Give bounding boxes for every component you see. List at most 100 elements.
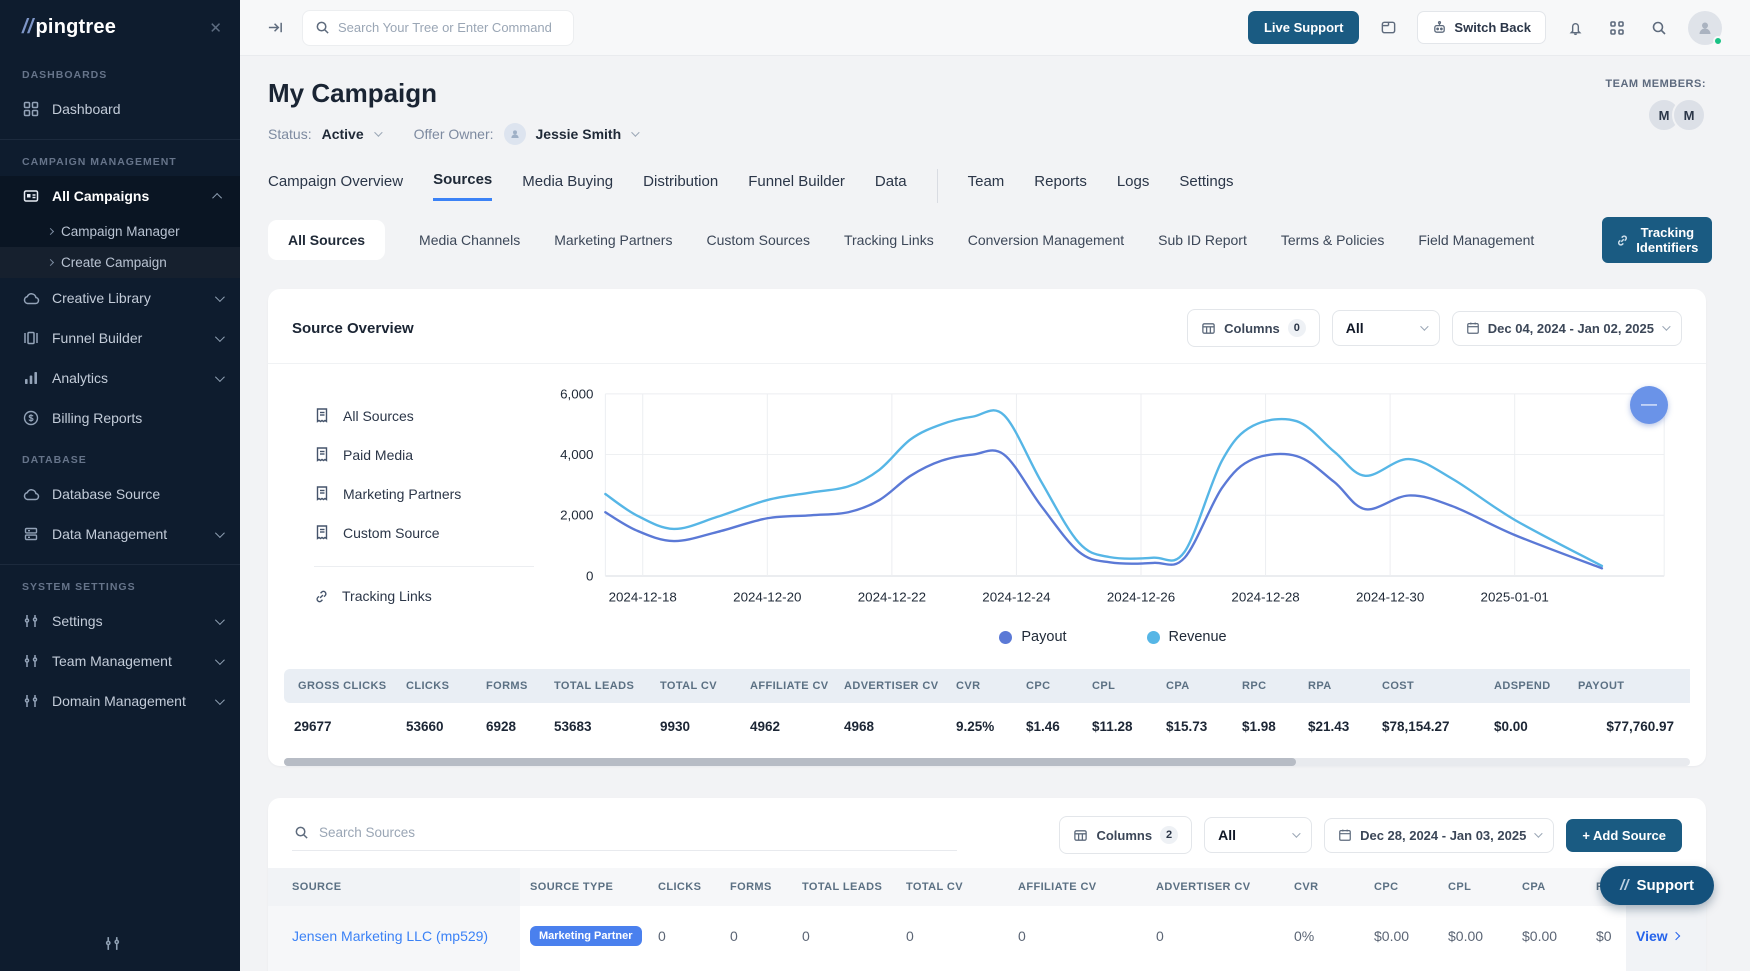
subtab-marketing-partners[interactable]: Marketing Partners (554, 232, 672, 248)
filter-dropdown[interactable]: All (1204, 817, 1312, 853)
switch-back-button[interactable]: Switch Back (1417, 11, 1546, 44)
window-tab-icon[interactable] (1375, 15, 1401, 41)
chevron-down-icon[interactable] (374, 128, 382, 136)
chart-menu-marketing-partners[interactable]: Marketing Partners (314, 474, 534, 513)
scrollbar-thumb[interactable] (284, 758, 1296, 766)
subtab-custom-sources[interactable]: Custom Sources (706, 232, 809, 248)
svg-text:2024-12-24: 2024-12-24 (982, 590, 1051, 605)
sources-column-header: ADVERTISER CV (1146, 868, 1284, 906)
source-value-cell: 0 (792, 966, 896, 971)
svg-text:2024-12-26: 2024-12-26 (1107, 590, 1175, 605)
date-range-value: Dec 28, 2024 - Jan 03, 2025 (1360, 828, 1526, 843)
sidebar-item-dashboard[interactable]: Dashboard (0, 89, 240, 129)
subtab-conversion-management[interactable]: Conversion Management (968, 232, 1124, 248)
tab-team[interactable]: Team (968, 173, 1005, 200)
chart-menu-all-sources[interactable]: All Sources (314, 396, 534, 435)
tab-funnel-builder[interactable]: Funnel Builder (748, 173, 845, 200)
sidebar-item-team-management[interactable]: Team Management (0, 641, 240, 681)
tab-logs[interactable]: Logs (1117, 173, 1150, 200)
status-value[interactable]: Active (322, 126, 364, 142)
add-source-button[interactable]: + Add Source (1566, 819, 1682, 852)
sidebar-item-create-campaign[interactable]: Create Campaign (0, 247, 240, 278)
stats-header: RPC (1232, 669, 1298, 703)
notifications-bell-icon[interactable] (1562, 15, 1588, 41)
source-value-cell: 0 (720, 966, 792, 971)
source-value-cell: $0.00 (1512, 966, 1586, 971)
global-search-input[interactable] (338, 20, 561, 35)
search-icon[interactable] (1646, 15, 1672, 41)
chart-menu-tracking-links[interactable]: Tracking Links (314, 577, 534, 615)
global-search[interactable] (302, 10, 574, 46)
chevron-down-icon[interactable] (631, 128, 639, 136)
sources-line-chart: 02,0004,0006,0002024-12-182024-12-202024… (544, 382, 1682, 627)
columns-button[interactable]: Columns 2 (1059, 816, 1192, 854)
tab-settings[interactable]: Settings (1179, 173, 1233, 200)
columns-button[interactable]: Columns 0 (1187, 309, 1320, 347)
sidebar-item-domain-management[interactable]: Domain Management (0, 681, 240, 721)
sidebar-item-analytics[interactable]: Analytics (0, 358, 240, 398)
chevron-down-icon (215, 528, 225, 538)
support-floating-button[interactable]: // Support (1600, 866, 1714, 905)
view-link[interactable]: View (1636, 928, 1679, 944)
switch-back-label: Switch Back (1454, 20, 1531, 35)
apps-grid-icon[interactable] (1604, 15, 1630, 41)
filter-dropdown[interactable]: All (1332, 310, 1440, 346)
chart-menu-paid-media[interactable]: Paid Media (314, 435, 534, 474)
tab-distribution[interactable]: Distribution (643, 173, 718, 200)
sources-column-header: CPA (1512, 868, 1586, 906)
subtab-all-sources[interactable]: All Sources (268, 220, 385, 260)
source-link[interactable]: Jensen Marketing LLC (mp529) (292, 928, 488, 944)
sidebar-collapse-icon[interactable] (262, 15, 288, 41)
tab-sources[interactable]: Sources (433, 171, 492, 201)
sidebar-item-all-campaigns[interactable]: All Campaigns (0, 176, 240, 216)
sidebar-item-data-management[interactable]: Data Management (0, 514, 240, 554)
subtab-terms-policies[interactable]: Terms & Policies (1281, 232, 1384, 248)
sources-search[interactable] (292, 819, 957, 851)
sidebar-item-label: Data Management (52, 526, 203, 542)
legend-item-payout[interactable]: Payout (999, 629, 1066, 645)
stats-value: 53660 (396, 703, 476, 748)
chevron-right-icon (47, 228, 54, 235)
sidebar-item-billing-reports[interactable]: Billing Reports (0, 398, 240, 438)
subtab-media-channels[interactable]: Media Channels (419, 232, 520, 248)
live-support-button[interactable]: Live Support (1248, 11, 1359, 44)
svg-text:2025-01-01: 2025-01-01 (1481, 590, 1549, 605)
sidebar-item-settings[interactable]: Settings (0, 601, 240, 641)
cloud-icon (22, 485, 40, 503)
table-columns-icon (1201, 321, 1216, 336)
sidebar-close-icon[interactable]: ✕ (209, 19, 222, 37)
collapse-widget-button[interactable]: — (1630, 386, 1668, 424)
subtab-sub-id-report[interactable]: Sub ID Report (1158, 232, 1247, 248)
tab-data[interactable]: Data (875, 173, 907, 200)
team-member-avatars: M M (1605, 98, 1706, 132)
logo-slashes-icon: // (22, 16, 34, 38)
sidebar-item-creative-library[interactable]: Creative Library (0, 278, 240, 318)
sidebar-item-database-source[interactable]: Database Source (0, 474, 240, 514)
tab-reports[interactable]: Reports (1034, 173, 1087, 200)
svg-text:2,000: 2,000 (560, 508, 593, 523)
page-title: My Campaign (268, 78, 637, 109)
sources-search-input[interactable] (319, 825, 955, 840)
sidebar-item-funnel-builder[interactable]: Funnel Builder (0, 318, 240, 358)
sidebar-item-label: Analytics (52, 370, 203, 386)
tab-media-buying[interactable]: Media Buying (522, 173, 613, 200)
subtab-tracking-links[interactable]: Tracking Links (844, 232, 934, 248)
tab-campaign-overview[interactable]: Campaign Overview (268, 173, 403, 200)
chevron-down-icon (1420, 322, 1428, 330)
sidebar-item-campaign-manager[interactable]: Campaign Manager (0, 216, 240, 247)
chart-menu-custom-source[interactable]: Custom Source (314, 513, 534, 552)
team-member-avatar[interactable]: M (1672, 98, 1706, 132)
legend-item-revenue[interactable]: Revenue (1147, 629, 1227, 645)
receipt-icon (314, 446, 330, 463)
sliders-icon[interactable] (104, 935, 121, 957)
date-range-dropdown[interactable]: Dec 04, 2024 - Jan 02, 2025 (1452, 311, 1682, 346)
subtab-field-management[interactable]: Field Management (1418, 232, 1534, 248)
date-range-dropdown[interactable]: Dec 28, 2024 - Jan 03, 2025 (1324, 818, 1554, 853)
horizontal-scrollbar[interactable] (284, 758, 1690, 766)
sidebar-item-label: Settings (52, 613, 203, 629)
user-avatar[interactable] (1688, 11, 1722, 45)
offer-owner-name[interactable]: Jessie Smith (536, 126, 622, 142)
source-cell: Genises Puiblishers (mp527) (268, 966, 520, 971)
tracking-identifiers-button[interactable]: Tracking Identifiers (1602, 217, 1712, 263)
app-logo: //pingtree (22, 16, 116, 39)
